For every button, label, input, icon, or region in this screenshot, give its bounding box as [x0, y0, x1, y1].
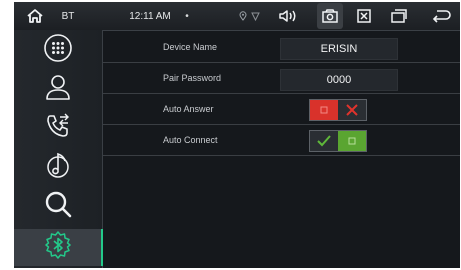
auto-answer-label: Auto Answer	[163, 104, 214, 114]
recent-apps-icon[interactable]	[387, 2, 411, 30]
screenshot-icon[interactable]	[317, 3, 343, 29]
bluetooth-gear-icon	[43, 230, 73, 265]
clock: 12:11 AM	[129, 10, 171, 22]
auto-answer-row: Auto Answer	[103, 94, 460, 125]
call-transfer-icon	[43, 111, 73, 146]
pair-password-field[interactable]: 0000	[280, 69, 398, 91]
status-dot: •	[185, 10, 189, 22]
dialpad-icon	[43, 33, 73, 68]
device-name-row: Device Name ERISIN	[103, 32, 460, 63]
pair-password-label: Pair Password	[163, 73, 222, 83]
close-app-icon[interactable]	[353, 2, 375, 30]
location-icon	[238, 2, 248, 30]
device-name-label: Device Name	[163, 42, 218, 52]
head-unit-screen: BT 12:11 AM • Device Name ERISIN Pair Pa…	[14, 2, 460, 268]
status-bar: BT 12:11 AM •	[14, 2, 460, 31]
person-icon	[43, 72, 73, 107]
sidebar-item-music[interactable]	[14, 149, 102, 186]
toggle-on-thumb	[338, 131, 366, 151]
home-icon[interactable]	[22, 2, 48, 30]
device-name-field[interactable]: ERISIN	[280, 38, 398, 60]
volume-icon[interactable]	[276, 2, 300, 30]
sidebar-item-call-log[interactable]	[14, 110, 102, 147]
bt-label: BT	[61, 10, 75, 22]
auto-connect-row: Auto Connect	[103, 125, 460, 156]
search-icon	[43, 189, 73, 224]
bluetooth-settings-panel: Device Name ERISIN Pair Password 0000 Au…	[103, 30, 460, 268]
auto-answer-toggle[interactable]	[309, 99, 367, 121]
back-icon[interactable]	[428, 2, 454, 30]
sidebar-item-dialpad[interactable]	[14, 32, 102, 69]
auto-connect-toggle[interactable]	[309, 130, 367, 152]
toggle-off-thumb	[310, 100, 338, 120]
pair-password-row: Pair Password 0000	[103, 63, 460, 94]
close-icon	[338, 100, 366, 120]
sidebar	[14, 30, 103, 268]
sidebar-item-bluetooth-settings[interactable]	[14, 229, 103, 266]
auto-connect-label: Auto Connect	[163, 135, 218, 145]
signal-icon	[250, 2, 260, 30]
check-icon	[310, 131, 338, 151]
music-note-icon	[43, 150, 73, 185]
sidebar-item-contacts[interactable]	[14, 71, 102, 108]
sidebar-item-search[interactable]	[14, 188, 102, 225]
